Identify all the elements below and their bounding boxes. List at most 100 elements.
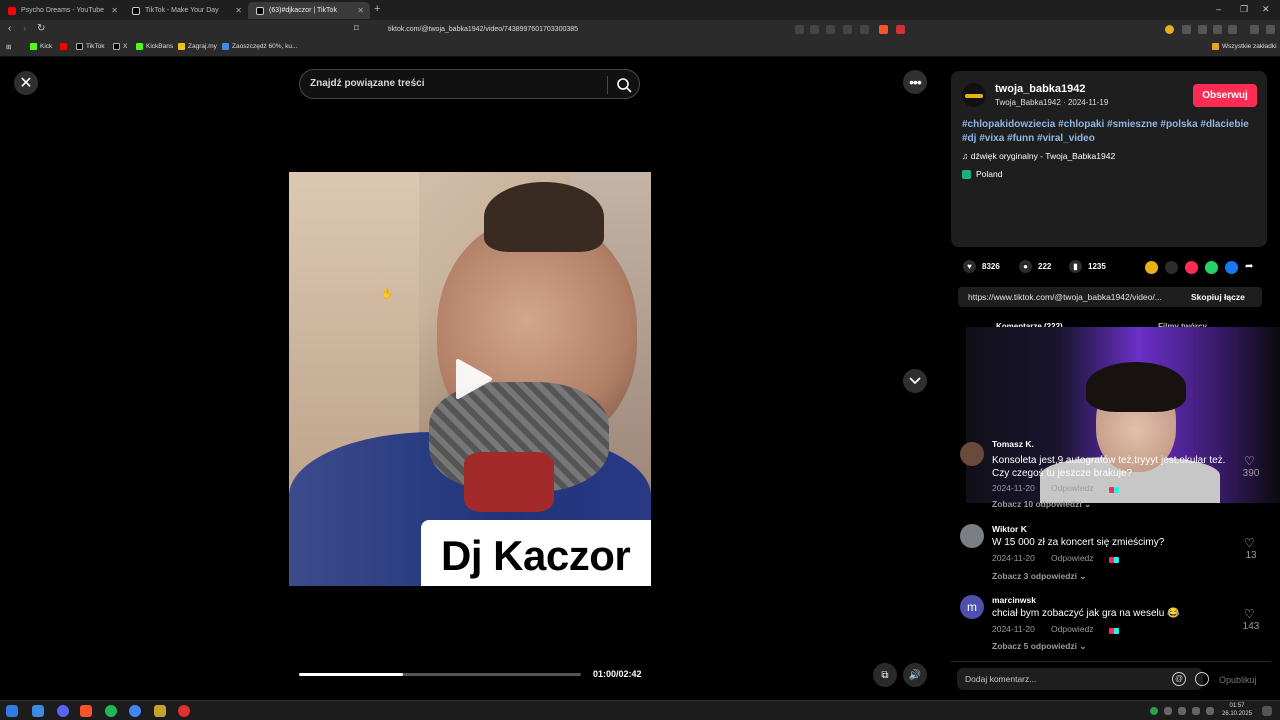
comment-button[interactable]: ● 222 [1019,260,1051,273]
media-icon[interactable] [1250,25,1259,34]
video-frame[interactable]: Dj Kaczor ✋ [289,172,651,586]
view-replies-button[interactable]: Zobacz 3 odpowiedzi ⌄ [992,571,1087,582]
reply-button[interactable]: Odpowiedz [1051,624,1094,634]
bookmarks-folder[interactable]: Wszystkie zakładki [1212,43,1277,50]
minimize-icon[interactable]: – [1216,4,1221,14]
view-replies-button[interactable]: Zobacz 5 odpowiedzi ⌄ [992,641,1087,651]
whatsapp-icon[interactable] [1205,261,1218,274]
extension-icon[interactable] [810,25,819,34]
apps-icon[interactable]: ⊞ [6,43,11,51]
embed-icon[interactable] [1165,261,1178,274]
username[interactable]: twoja_babka1942 [995,83,1086,95]
zoom-icon[interactable] [843,25,852,34]
tray-icon[interactable] [1178,707,1186,715]
close-tab-icon[interactable]: ✕ [111,6,118,15]
volume-button[interactable]: 🔊 [903,663,927,687]
app-icon[interactable] [154,705,166,717]
comment-author[interactable]: marcinwsk [992,595,1036,605]
network-icon[interactable] [1192,707,1200,715]
bookmark-zagraj[interactable]: Zagraj.my [178,43,217,50]
facebook-icon[interactable] [1225,261,1238,274]
heart-icon[interactable]: ♡ [1244,607,1255,621]
translate-icon[interactable] [826,25,835,34]
save-button[interactable]: ▮ 1235 [1069,260,1106,273]
menu-icon[interactable] [1266,25,1275,34]
close-tab-icon[interactable]: ✕ [357,6,364,15]
comment-author[interactable]: Tomasz K. [992,439,1034,449]
brave-rewards-icon[interactable] [896,25,905,34]
reply-button[interactable]: Odpowiedz [1051,483,1094,493]
pip-icon: ⧉ [881,669,889,681]
avatar[interactable] [962,83,986,107]
share-arrow-icon[interactable]: ➦ [1245,261,1258,274]
bookmark-kick[interactable]: Kick [30,43,52,50]
comment-item: m marcinwsk chciał bym zobaczyć jak gra … [960,595,1270,651]
repost-icon[interactable] [1145,261,1158,274]
extension-icon[interactable] [1198,25,1207,34]
heart-icon[interactable]: ♡ [1244,454,1255,468]
notifications-icon[interactable] [1262,706,1272,716]
comment-author[interactable]: Wiktor K [992,524,1027,534]
bookmark-tiktok[interactable]: TikTok [76,43,105,50]
heart-icon[interactable]: ♡ [1244,536,1255,550]
brave-shield-icon[interactable] [879,25,888,34]
send-icon[interactable] [1185,261,1198,274]
extension-icon[interactable] [1165,25,1174,34]
video-player[interactable]: Znajdź powiązane treści Dj Kaczor ✋ 01:0… [289,57,651,700]
follow-button[interactable]: Obserwuj [1193,84,1257,107]
brave-icon[interactable] [80,705,92,717]
discord-icon[interactable] [57,705,69,717]
obs-icon[interactable] [178,705,190,717]
view-replies-button[interactable]: Zobacz 10 odpowiedzi ⌄ [992,499,1091,510]
play-icon[interactable] [454,357,494,401]
tab-tiktok-video[interactable]: (63)#djkaczor | TikTok ✕ [248,2,370,19]
like-button[interactable]: ♥ 8326 [963,260,1000,273]
avatar[interactable]: m [960,595,984,619]
reply-button[interactable]: Odpowiedz [1051,553,1094,563]
next-video-button[interactable] [903,369,927,393]
share-icon[interactable] [860,25,869,34]
forward-icon[interactable]: › [23,23,26,34]
bookmark-zaoszczedz[interactable]: Zaoszczędź 60%, ku... [222,43,297,50]
close-window-icon[interactable]: ✕ [1262,4,1270,15]
bookmark-icon[interactable]: ⌑ [354,23,359,34]
bookmark-kickbans[interactable]: KickBans [136,43,173,50]
comment-input[interactable]: Dodaj komentarz... @ [957,668,1209,690]
new-tab-button[interactable]: + [374,3,380,15]
extension-icon[interactable] [1213,25,1222,34]
location-link[interactable]: Poland [962,169,1002,179]
close-tab-icon[interactable]: ✕ [235,6,242,15]
close-video-button[interactable]: ✕ [14,71,38,95]
emoji-icon[interactable] [1195,672,1209,686]
extension-icon[interactable] [795,25,804,34]
bookmark-x[interactable]: X [113,43,127,50]
bookmark-youtube[interactable] [60,43,70,50]
copy-link-button[interactable]: Skopiuj łącze [1191,292,1245,302]
explorer-icon[interactable] [32,705,44,717]
search-icon[interactable] [616,77,632,93]
hashtags[interactable]: #chlopakidowziecia #chlopaki #smieszne #… [962,118,1262,146]
system-clock[interactable]: 01:57 26.10.2025 [1222,702,1252,718]
windows-start-icon[interactable] [6,705,18,717]
tray-icon[interactable] [1164,707,1172,715]
volume-icon[interactable] [1206,707,1214,715]
sound-link[interactable]: ♫ dźwięk oryginalny - Twoja_Babka1942 [962,151,1115,161]
floating-player-button[interactable]: ⧉ [873,663,897,687]
mention-icon[interactable]: @ [1172,672,1186,686]
tab-tiktok-home[interactable]: TikTok - Make Your Day ✕ [124,2,248,19]
sidebar-icon[interactable] [1228,25,1237,34]
extension-icon[interactable] [1182,25,1191,34]
post-comment-button[interactable]: Opublikuj [1219,675,1257,685]
restore-icon[interactable]: ❐ [1240,4,1248,15]
related-search-input[interactable]: Znajdź powiązane treści [299,69,640,99]
tray-icon[interactable] [1150,707,1158,715]
more-options-button[interactable]: ••• [903,70,927,94]
avatar[interactable] [960,524,984,548]
chrome-icon[interactable] [129,705,141,717]
reload-icon[interactable]: ↻ [37,23,45,34]
video-progress-bar[interactable] [299,673,581,676]
tab-youtube[interactable]: Psycho Dreams - YouTube ✕ [0,2,124,19]
avatar[interactable] [960,442,984,466]
spotify-icon[interactable] [105,705,117,717]
back-icon[interactable]: ‹ [8,23,11,34]
